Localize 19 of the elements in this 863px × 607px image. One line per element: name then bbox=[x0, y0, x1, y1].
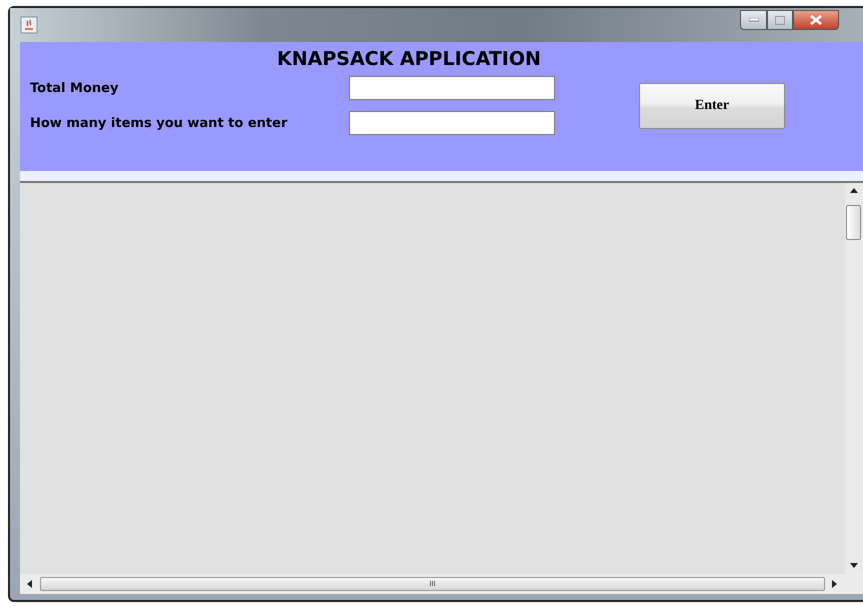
close-button[interactable] bbox=[793, 10, 839, 30]
scroll-down-arrow-icon[interactable] bbox=[850, 562, 858, 570]
scroll-up-arrow-icon[interactable] bbox=[850, 187, 858, 195]
minimize-icon bbox=[748, 18, 758, 22]
maximize-button[interactable] bbox=[767, 10, 793, 30]
input-field[interactable] bbox=[349, 76, 555, 100]
app-icon[interactable] bbox=[20, 16, 38, 34]
maximize-icon bbox=[775, 16, 785, 24]
vertical-scrollbar[interactable] bbox=[845, 183, 863, 574]
scroll-left-arrow-icon[interactable] bbox=[26, 580, 34, 588]
field-label: Total Money bbox=[30, 80, 120, 96]
minimize-button[interactable] bbox=[740, 10, 767, 30]
input-field[interactable] bbox=[349, 111, 555, 135]
field-label: How many items you want to enter bbox=[30, 116, 288, 130]
scroll-thumb[interactable] bbox=[846, 205, 861, 240]
enter-button[interactable]: Enter bbox=[639, 82, 785, 128]
app-title: KNAPSACK APPLICATION bbox=[277, 48, 541, 70]
close-icon bbox=[810, 15, 822, 25]
scroll-right-arrow-icon[interactable] bbox=[831, 580, 839, 588]
